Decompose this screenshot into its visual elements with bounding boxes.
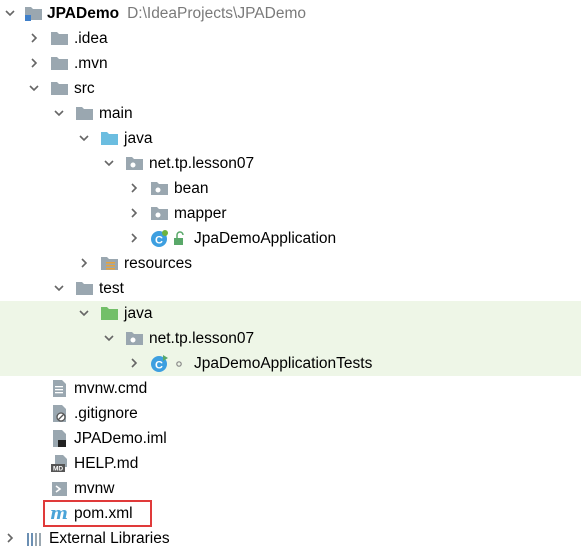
test-class-label: JpaDemoApplicationTests xyxy=(194,355,373,372)
svg-text:C: C xyxy=(155,235,163,247)
resources-folder-icon xyxy=(100,254,119,273)
gitignore-label: .gitignore xyxy=(74,405,138,422)
chevron-right-icon[interactable] xyxy=(128,182,140,194)
main-java-label: java xyxy=(124,130,153,147)
package-icon xyxy=(150,204,169,223)
tree-row-main-java[interactable]: java xyxy=(0,126,581,151)
tree-row-app-class[interactable]: C JpaDemoApplication xyxy=(0,226,581,251)
tree-row-main[interactable]: main xyxy=(0,101,581,126)
tree-row-test-package[interactable]: net.tp.lesson07 xyxy=(0,326,581,351)
tree-row-test-class[interactable]: C JpaDemoApplicationTests xyxy=(0,351,581,376)
package-icon xyxy=(125,154,144,173)
chevron-down-icon[interactable] xyxy=(103,332,115,344)
tree-row-main-package[interactable]: net.tp.lesson07 xyxy=(0,151,581,176)
chevron-down-icon[interactable] xyxy=(53,282,65,294)
root-label: JPADemo xyxy=(47,5,120,22)
lock-open-icon xyxy=(172,229,186,248)
tree-row-src[interactable]: src xyxy=(0,76,581,101)
chevron-right-icon[interactable] xyxy=(28,32,40,44)
spring-boot-class-icon: C xyxy=(150,229,169,248)
idea-label: .idea xyxy=(74,30,108,47)
test-package-label: net.tp.lesson07 xyxy=(149,330,255,347)
package-icon xyxy=(125,329,144,348)
chevron-right-icon[interactable] xyxy=(4,532,16,544)
module-file-icon xyxy=(50,429,69,448)
chevron-down-icon[interactable] xyxy=(78,307,90,319)
test-java-label: java xyxy=(124,305,153,322)
folder-icon xyxy=(75,104,94,123)
tree-row-root[interactable]: JPADemo D:\IdeaProjects\JPADemo xyxy=(0,1,581,26)
mvnw-cmd-label: mvnw.cmd xyxy=(74,380,148,397)
tree-row-gitignore[interactable]: .gitignore xyxy=(0,401,581,426)
bean-label: bean xyxy=(174,180,209,197)
tree-row-external-libraries[interactable]: External Libraries xyxy=(0,526,581,551)
chevron-right-icon[interactable] xyxy=(128,207,140,219)
resources-label: resources xyxy=(124,255,193,272)
mapper-label: mapper xyxy=(174,205,227,222)
folder-icon xyxy=(50,29,69,48)
test-folder-icon xyxy=(100,304,119,323)
chevron-right-icon[interactable] xyxy=(128,232,140,244)
module-folder-icon xyxy=(24,4,43,23)
help-label: HELP.md xyxy=(74,455,139,472)
tree-row-mapper[interactable]: mapper xyxy=(0,201,581,226)
tree-row-mvnw-cmd[interactable]: mvnw.cmd xyxy=(0,376,581,401)
chevron-right-icon[interactable] xyxy=(28,57,40,69)
test-class-icon: C xyxy=(150,354,169,373)
svg-text:MD: MD xyxy=(53,466,63,473)
chevron-right-icon[interactable] xyxy=(78,257,90,269)
tree-row-test-java[interactable]: java xyxy=(0,301,581,326)
iml-label: JPADemo.iml xyxy=(74,430,167,447)
package-private-icon xyxy=(174,354,184,373)
tree-row-iml[interactable]: JPADemo.iml xyxy=(0,426,581,451)
package-icon xyxy=(150,179,169,198)
ignore-file-icon xyxy=(50,404,69,423)
src-label: src xyxy=(74,80,95,97)
tree-row-mvn[interactable]: .mvn xyxy=(0,51,581,76)
selection-highlight-box xyxy=(43,500,152,527)
mvn-label: .mvn xyxy=(74,55,108,72)
mvnw-label: mvnw xyxy=(74,480,115,497)
text-file-icon xyxy=(50,379,69,398)
test-label: test xyxy=(99,280,124,297)
chevron-right-icon[interactable] xyxy=(128,357,140,369)
folder-icon xyxy=(50,79,69,98)
chevron-down-icon[interactable] xyxy=(28,82,40,94)
markdown-file-icon: MD xyxy=(50,454,69,473)
external-libraries-label: External Libraries xyxy=(49,530,170,547)
folder-icon xyxy=(75,279,94,298)
chevron-down-icon[interactable] xyxy=(103,157,115,169)
source-folder-icon xyxy=(100,129,119,148)
chevron-down-icon[interactable] xyxy=(78,132,90,144)
main-label: main xyxy=(99,105,133,122)
tree-row-mvnw[interactable]: mvnw xyxy=(0,476,581,501)
tree-row-idea[interactable]: .idea xyxy=(0,26,581,51)
root-path: D:\IdeaProjects\JPADemo xyxy=(127,5,306,22)
tree-row-resources[interactable]: resources xyxy=(0,251,581,276)
chevron-down-icon[interactable] xyxy=(4,7,16,19)
app-class-label: JpaDemoApplication xyxy=(194,230,337,247)
chevron-down-icon[interactable] xyxy=(53,107,65,119)
libraries-icon xyxy=(25,529,44,548)
tree-row-test[interactable]: test xyxy=(0,276,581,301)
tree-row-bean[interactable]: bean xyxy=(0,176,581,201)
folder-icon xyxy=(50,54,69,73)
main-package-label: net.tp.lesson07 xyxy=(149,155,255,172)
tree-row-help[interactable]: MD HELP.md xyxy=(0,451,581,476)
shell-script-icon xyxy=(50,479,69,498)
svg-text:C: C xyxy=(155,360,163,372)
